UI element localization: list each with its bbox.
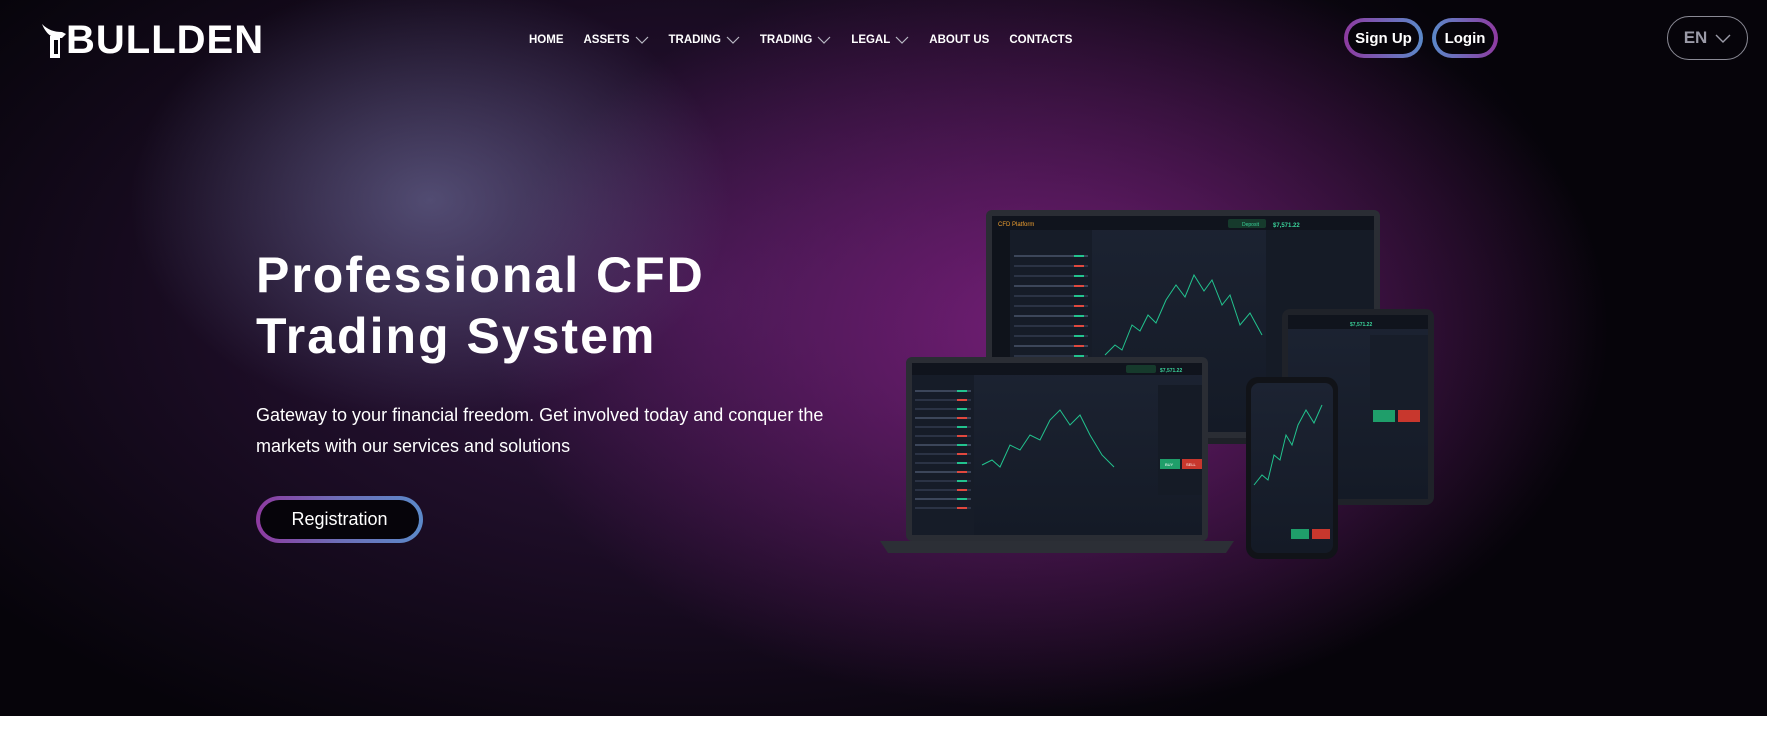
watchlist-change — [957, 399, 967, 401]
watchlist-change — [957, 453, 967, 455]
watchlist-change — [957, 489, 967, 491]
tablet-balance: $7,571.22 — [1350, 322, 1372, 328]
hero-title-line-2: Trading System — [256, 308, 657, 364]
nav-label: CONTACTS — [1009, 34, 1073, 46]
laptop-device: $7,571.22 BUY SELL — [880, 357, 1234, 553]
chevron-down-icon — [895, 36, 909, 44]
nav-assets[interactable]: ASSETS — [584, 34, 649, 46]
chevron-down-icon — [726, 36, 740, 44]
chevron-down-icon — [817, 36, 831, 44]
brand-name: BULLDEN — [66, 18, 265, 62]
hero-title: Professional CFD Trading System — [256, 245, 705, 367]
watchlist-change — [1074, 275, 1084, 277]
chevron-down-icon — [635, 36, 648, 44]
nav-label: LEGAL — [851, 34, 891, 46]
watchlist-change — [957, 498, 967, 500]
watchlist-change — [957, 417, 967, 419]
language-code: EN — [1683, 28, 1708, 47]
nav-home[interactable]: HOME — [529, 34, 564, 46]
platform-devices-illustration: CFD Platform Deposit $7,571.22 $7,571.22 — [870, 205, 1480, 565]
balance-value: $7,571.22 — [1273, 223, 1300, 229]
watchlist-change — [957, 426, 967, 428]
laptop-balance: $7,571.22 — [1160, 368, 1182, 374]
watchlist-change — [957, 471, 967, 473]
sell-label: SELL — [1186, 462, 1197, 467]
watchlist-change — [957, 444, 967, 446]
hero-subtitle: Gateway to your financial freedom. Get i… — [256, 405, 824, 456]
watchlist-change — [957, 462, 967, 464]
watchlist-change — [1074, 305, 1084, 307]
watchlist-change — [1074, 355, 1084, 357]
registration-button[interactable]: Registration — [256, 496, 423, 543]
bull-horn-icon — [42, 24, 66, 58]
watchlist-change — [957, 408, 967, 410]
nav-contacts[interactable]: CONTACTS — [1009, 34, 1072, 46]
watchlist-change — [957, 507, 967, 509]
main-nav: HOME ASSETS TRADING TRADING LEGAL ABOUT … — [529, 30, 1092, 50]
language-selector[interactable]: EN — [1667, 16, 1748, 60]
hero-section: BULLDEN HOME ASSETS TRADING TRADING LEGA… — [0, 0, 1767, 716]
watchlist-change — [1074, 295, 1084, 297]
brand-logo[interactable]: BULLDEN — [40, 18, 264, 62]
watchlist-change — [1074, 335, 1084, 337]
phone-device — [1246, 377, 1338, 559]
buy-label: BUY — [1165, 462, 1174, 467]
watchlist-change — [1074, 325, 1084, 327]
nav-legal[interactable]: LEGAL — [851, 34, 909, 46]
signup-button[interactable]: Sign Up — [1344, 18, 1423, 58]
watchlist-change — [1074, 265, 1084, 267]
watchlist-change — [957, 435, 967, 437]
nav-label: TRADING — [759, 34, 813, 46]
next-section — [0, 716, 1767, 747]
nav-about-us[interactable]: ABOUT US — [929, 34, 989, 46]
nav-label: HOME — [529, 34, 564, 46]
app-name: CFD Platform — [998, 222, 1034, 228]
nav-label: ABOUT US — [929, 34, 990, 46]
login-button[interactable]: Login — [1432, 18, 1498, 58]
hero-title-line-1: Professional CFD — [256, 247, 705, 303]
chevron-down-icon — [1715, 34, 1731, 43]
watchlist-change — [1074, 285, 1084, 287]
watchlist-change — [1074, 315, 1084, 317]
nav-label: ASSETS — [583, 34, 630, 46]
watchlist-change — [957, 480, 967, 482]
watchlist-change — [1074, 255, 1084, 257]
nav-trading-2[interactable]: TRADING — [760, 34, 831, 46]
nav-label: TRADING — [668, 34, 721, 46]
deposit-label: Deposit — [1242, 222, 1260, 228]
watchlist-change — [957, 390, 967, 392]
devices-image: CFD Platform Deposit $7,571.22 $7,571.22 — [880, 210, 1434, 559]
watchlist-change — [1074, 345, 1084, 347]
nav-trading[interactable]: TRADING — [669, 34, 740, 46]
